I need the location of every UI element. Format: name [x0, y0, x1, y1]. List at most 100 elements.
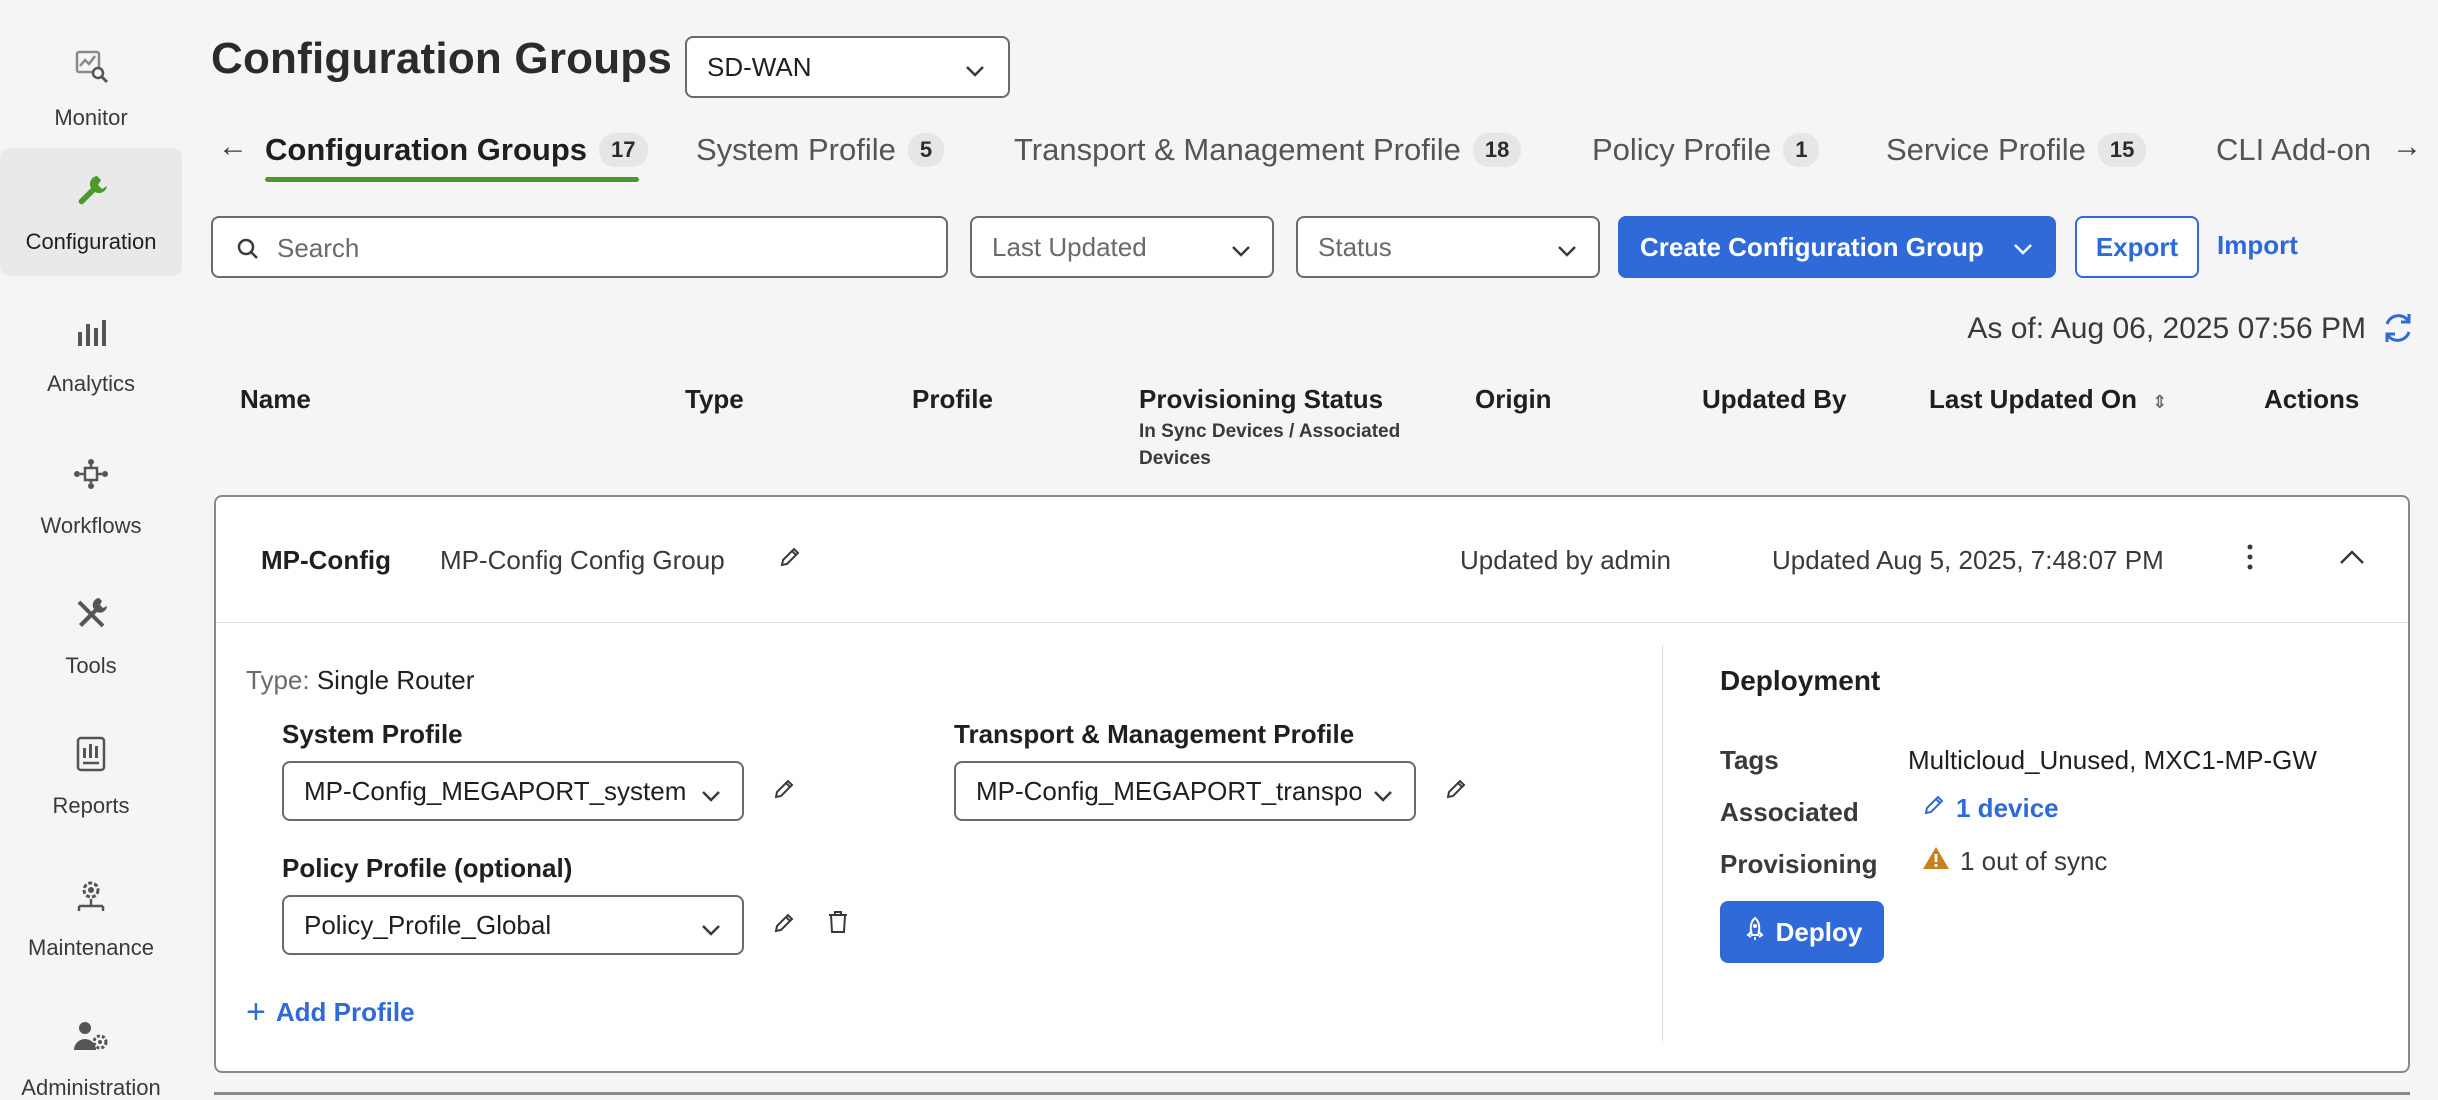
- nav-label-tools: Tools: [65, 652, 117, 678]
- next-row-border: [214, 1092, 2410, 1095]
- search-input[interactable]: [277, 228, 927, 268]
- as-of-timestamp: As of: Aug 06, 2025 07:56 PM: [1967, 312, 2366, 345]
- column-header-type[interactable]: Type: [685, 384, 744, 415]
- domain-select[interactable]: SD-WAN: [685, 36, 1010, 98]
- nav-item-reports[interactable]: Reports: [0, 712, 182, 840]
- sort-icon[interactable]: ⇕: [2152, 392, 2167, 412]
- group-description: MP-Config Config Group: [440, 545, 725, 575]
- workflow-icon: [71, 454, 111, 499]
- group-name: MP-Config: [261, 545, 391, 575]
- column-header-profile[interactable]: Profile: [912, 384, 993, 415]
- column-subheader-provisioning: In Sync Devices / Associated Devices: [1139, 421, 1401, 469]
- search-box: [211, 216, 948, 278]
- tools-icon: [71, 594, 111, 639]
- left-nav: Monitor Configuration Analytics Workflow…: [0, 0, 186, 1100]
- nav-item-workflows[interactable]: Workflows: [0, 432, 182, 560]
- transport-profile-value: MP-Config_MEGAPORT_transpo: [976, 775, 1361, 806]
- tabs-scroll-left-icon[interactable]: ←: [218, 130, 248, 164]
- nav-item-monitor[interactable]: Monitor: [0, 24, 182, 152]
- column-header-last-updated-on[interactable]: Last Updated On ⇕: [1929, 384, 2167, 415]
- transport-profile-select[interactable]: MP-Config_MEGAPORT_transpo: [954, 761, 1416, 821]
- column-header-actions: Actions: [2264, 384, 2360, 414]
- tab-count-badge: 15: [2097, 133, 2147, 167]
- group-updated-by: Updated by admin: [1460, 545, 1672, 575]
- tab-label: System Profile: [696, 132, 896, 167]
- provisioning-value: 1 out of sync: [1960, 846, 2108, 876]
- tab-label: Policy Profile: [1592, 132, 1772, 167]
- bar-chart-icon: [71, 312, 111, 357]
- divider: [1662, 645, 1663, 1041]
- nav-item-administration[interactable]: Administration: [0, 994, 182, 1100]
- deployment-title: Deployment: [1720, 665, 1881, 696]
- column-header-origin[interactable]: Origin: [1475, 384, 1552, 415]
- nav-label-reports: Reports: [52, 792, 130, 818]
- nav-label-workflows: Workflows: [40, 512, 142, 538]
- provisioning-label: Provisioning: [1720, 849, 1878, 879]
- edit-transport-profile-icon[interactable]: [1444, 777, 1468, 806]
- add-profile-button[interactable]: + Add Profile: [246, 993, 415, 1032]
- edit-policy-profile-icon[interactable]: [772, 911, 796, 940]
- page-title: Configuration Groups: [211, 34, 673, 83]
- report-icon: [71, 734, 111, 779]
- export-button[interactable]: Export: [2075, 216, 2199, 278]
- nav-item-analytics[interactable]: Analytics: [0, 290, 182, 418]
- edit-system-profile-icon[interactable]: [772, 777, 796, 806]
- deploy-button[interactable]: Deploy: [1720, 901, 1884, 963]
- tab-label: Transport & Management Profile: [1014, 132, 1461, 167]
- tab-label: CLI Add-on: [2216, 132, 2372, 167]
- nav-label-analytics: Analytics: [46, 370, 136, 396]
- tab-system-profile[interactable]: System Profile 5: [696, 122, 945, 178]
- tab-transport-management-profile[interactable]: Transport & Management Profile 18: [1014, 122, 1522, 178]
- edit-pencil-icon[interactable]: [778, 545, 802, 574]
- status-dropdown-value: Status: [1318, 231, 1392, 262]
- column-header-name[interactable]: Name: [240, 384, 311, 415]
- deploy-label: Deploy: [1775, 916, 1863, 947]
- chevron-down-icon[interactable]: [2012, 236, 2034, 267]
- column-header-label: Last Updated On: [1929, 384, 2138, 414]
- rocket-icon: [1742, 916, 1776, 949]
- column-header-provisioning-status[interactable]: Provisioning Status: [1139, 384, 1383, 415]
- tab-label: Configuration Groups: [265, 132, 588, 167]
- chevron-down-icon: [700, 917, 722, 948]
- domain-select-value: SD-WAN: [707, 51, 812, 82]
- chevron-up-icon[interactable]: [2338, 547, 2366, 572]
- sort-dropdown[interactable]: Last Updated: [970, 216, 1274, 278]
- tab-service-profile[interactable]: Service Profile 15: [1886, 122, 2147, 178]
- column-header-updated-by[interactable]: Updated By: [1702, 384, 1846, 415]
- chevron-down-icon: [700, 783, 722, 814]
- chevron-down-icon: [964, 58, 986, 89]
- more-options-icon[interactable]: [2244, 541, 2256, 578]
- transport-profile-label: Transport & Management Profile: [954, 719, 1355, 749]
- system-profile-label: System Profile: [282, 719, 463, 749]
- tab-policy-profile[interactable]: Policy Profile 1: [1592, 122, 1820, 178]
- sort-dropdown-value: Last Updated: [992, 231, 1147, 262]
- nav-label-maintenance: Maintenance: [28, 934, 154, 960]
- create-button-label: Create Configuration Group: [1640, 231, 1984, 262]
- import-link[interactable]: Import: [2217, 230, 2298, 261]
- associated-devices-link[interactable]: 1 device: [1922, 793, 2059, 824]
- nav-item-maintenance[interactable]: Maintenance: [0, 854, 182, 982]
- policy-profile-value: Policy_Profile_Global: [304, 909, 552, 940]
- refresh-icon[interactable]: [2380, 310, 2416, 351]
- nav-item-configuration[interactable]: Configuration: [0, 148, 182, 276]
- chevron-down-icon: [1230, 238, 1252, 269]
- policy-profile-label: Policy Profile (optional): [282, 853, 573, 883]
- tab-cli-add-on[interactable]: CLI Add-on: [2216, 122, 2371, 178]
- chevron-down-icon: [1372, 783, 1394, 814]
- nav-item-tools[interactable]: Tools: [0, 572, 182, 700]
- system-profile-value: MP-Config_MEGAPORT_system: [304, 775, 687, 806]
- warning-icon: [1922, 845, 1950, 878]
- system-profile-select[interactable]: MP-Config_MEGAPORT_system: [282, 761, 744, 821]
- type-key: Type:: [246, 665, 310, 695]
- tabs-scroll-right-icon[interactable]: →: [2392, 130, 2422, 164]
- admin-icon: [71, 1016, 111, 1061]
- policy-profile-select[interactable]: Policy_Profile_Global: [282, 895, 744, 955]
- add-profile-label: Add Profile: [275, 997, 415, 1027]
- edit-pencil-icon: [1922, 793, 1946, 824]
- nav-label-administration: Administration: [21, 1074, 161, 1100]
- create-configuration-group-button[interactable]: Create Configuration Group: [1618, 216, 2056, 278]
- status-dropdown[interactable]: Status: [1296, 216, 1600, 278]
- tab-configuration-groups[interactable]: Configuration Groups 17: [265, 122, 648, 178]
- table-row[interactable]: MP-Config MP-Config Config Group Updated…: [216, 497, 2408, 623]
- trash-icon[interactable]: [826, 909, 850, 940]
